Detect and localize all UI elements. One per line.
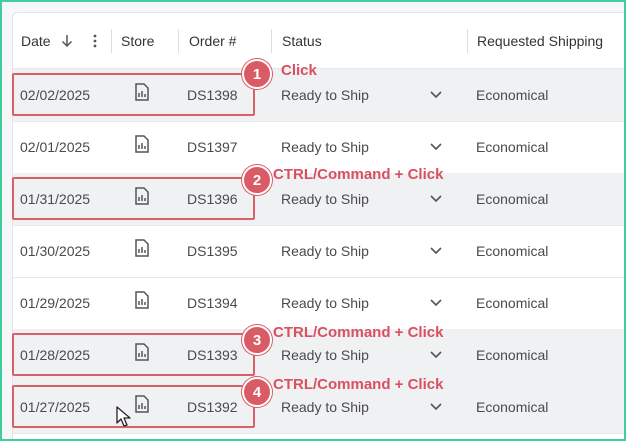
column-separator[interactable] [271, 29, 272, 53]
shipping-cell: Economical [476, 191, 549, 207]
column-label-status: Status [282, 32, 322, 49]
screenshot-frame: Date Store Order # Status Requested Ship… [0, 0, 626, 441]
annotation-text: CTRL/Command + Click [273, 166, 444, 183]
table-row[interactable]: 01/29/2025 DS1394 Ready to Ship Economic… [13, 277, 624, 330]
date-cell: 01/29/2025 [20, 295, 91, 311]
annotation-text: Click [281, 62, 317, 79]
highlight-box [12, 73, 255, 116]
chevron-down-icon[interactable] [429, 87, 443, 101]
highlight-box [12, 385, 255, 428]
arrow-down-icon[interactable] [61, 34, 73, 48]
date-cell: 02/01/2025 [20, 139, 91, 155]
shipping-cell: Economical [476, 139, 549, 155]
mouse-pointer-icon [116, 406, 131, 427]
column-label-date: Date [21, 32, 51, 49]
document-chart-icon[interactable] [135, 291, 149, 309]
column-header-status[interactable]: Status [282, 13, 322, 68]
column-header-order[interactable]: Order # [189, 13, 236, 68]
document-chart-icon[interactable] [135, 239, 149, 257]
column-label-order: Order # [189, 32, 237, 49]
column-separator[interactable] [467, 29, 468, 53]
step-badge: 4 [242, 377, 272, 407]
step-badge: 2 [242, 165, 272, 195]
column-separator[interactable] [178, 29, 179, 53]
kebab-menu-icon[interactable] [93, 34, 97, 48]
annotation-text: CTRL/Command + Click [273, 376, 444, 393]
shipping-cell: Economical [476, 243, 549, 259]
shipping-cell: Economical [476, 347, 549, 363]
order-cell[interactable]: DS1395 [187, 225, 238, 277]
table-row[interactable]: 01/30/2025 DS1395 Ready to Ship Economic… [13, 225, 624, 278]
shipping-cell: Economical [476, 295, 549, 311]
annotation-text: CTRL/Command + Click [273, 324, 444, 341]
date-cell: 01/30/2025 [20, 243, 91, 259]
chevron-down-icon[interactable] [429, 191, 443, 205]
status-cell[interactable]: Ready to Ship [281, 277, 369, 329]
step-badge: 3 [242, 325, 272, 355]
chevron-down-icon[interactable] [429, 243, 443, 257]
shipping-cell: Economical [476, 399, 549, 415]
status-cell[interactable]: Ready to Ship [281, 225, 369, 277]
highlight-box [12, 177, 255, 220]
column-separator[interactable] [111, 29, 112, 53]
order-cell[interactable]: DS1397 [187, 121, 238, 173]
chevron-down-icon[interactable] [429, 139, 443, 153]
column-label-shipping: Requested Shipping [477, 32, 604, 49]
order-cell[interactable]: DS1394 [187, 277, 238, 329]
document-chart-icon[interactable] [135, 135, 149, 153]
chevron-down-icon[interactable] [429, 347, 443, 361]
column-header-store[interactable]: Store [121, 13, 154, 68]
table-header: Date Store Order # Status Requested Ship… [13, 13, 624, 69]
highlight-box [12, 333, 255, 376]
shipping-cell: Economical [476, 87, 549, 103]
column-label-store: Store [121, 32, 155, 49]
column-header-date[interactable]: Date [21, 13, 97, 68]
chevron-down-icon[interactable] [429, 399, 443, 413]
step-badge: 1 [242, 59, 272, 89]
chevron-down-icon[interactable] [429, 295, 443, 309]
column-header-shipping[interactable]: Requested Shipping [477, 13, 603, 68]
